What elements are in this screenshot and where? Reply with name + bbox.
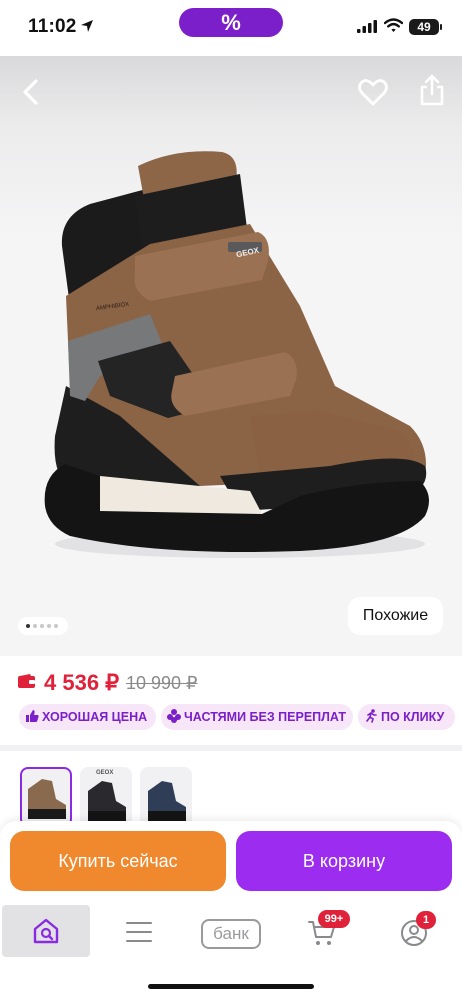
thumbnail-image: [88, 781, 126, 821]
add-to-cart-button[interactable]: В корзину: [236, 831, 452, 891]
gallery-pagination[interactable]: [18, 617, 68, 635]
pagination-dot[interactable]: [26, 624, 30, 628]
back-chevron-icon[interactable]: [20, 78, 42, 106]
pagination-dot[interactable]: [47, 624, 51, 628]
color-thumbnail-black[interactable]: GEOX: [80, 767, 132, 827]
buy-now-button[interactable]: Купить сейчас: [10, 831, 226, 891]
old-price: 10 990 ₽: [126, 673, 198, 693]
home-search-icon: [33, 918, 59, 944]
heart-icon[interactable]: [358, 78, 388, 106]
pagination-dot[interactable]: [33, 624, 37, 628]
similar-button[interactable]: Похожие: [348, 597, 443, 635]
product-gallery[interactable]: GEOX AMPHIBIOX: [0, 56, 462, 656]
badge-good-price[interactable]: ХОРОШАЯ ЦЕНА: [19, 704, 156, 730]
badge-label: ЧАСТЯМИ БЕЗ ПЕРЕПЛАТ: [184, 710, 346, 724]
tab-bank[interactable]: банк: [188, 905, 274, 957]
badge-label: ХОРОШАЯ ЦЕНА: [42, 710, 148, 724]
location-arrow-icon: [81, 20, 93, 32]
thumbnail-image: [28, 779, 66, 819]
profile-notification-badge: 1: [416, 911, 436, 929]
color-thumbnail-brown[interactable]: [20, 767, 72, 827]
tab-cart[interactable]: 99+: [280, 905, 366, 957]
cart-count-badge: 99+: [318, 910, 350, 928]
wifi-icon: [384, 18, 403, 32]
bank-label: банк: [213, 924, 249, 943]
status-time: 11:02: [28, 16, 77, 37]
current-price: 4 536 ₽: [44, 670, 120, 695]
badge-label: ПО КЛИКУ: [381, 710, 445, 724]
product-image[interactable]: [0, 56, 462, 656]
thumbs-up-icon: [26, 710, 39, 722]
thumbnail-image: [148, 781, 186, 821]
share-icon[interactable]: [419, 74, 445, 106]
battery-tip: [440, 24, 442, 30]
tab-home[interactable]: [2, 905, 90, 957]
section-divider: [0, 745, 462, 751]
home-indicator: [148, 984, 314, 989]
bank-pill: банк: [201, 919, 261, 949]
running-person-icon: [366, 709, 377, 723]
cellular-signal-icon: [357, 20, 377, 33]
battery-indicator: 49: [409, 19, 439, 35]
wallet-icon: [18, 674, 35, 688]
thumbnail-brand-mark: GEOX: [96, 770, 114, 776]
pagination-dot[interactable]: [54, 624, 58, 628]
color-thumbnail-navy[interactable]: [140, 767, 192, 827]
pagination-dot[interactable]: [40, 624, 44, 628]
pieces-icon: [167, 709, 181, 723]
promo-button[interactable]: %: [179, 8, 283, 37]
tab-profile[interactable]: 1: [372, 905, 460, 957]
badge-installments[interactable]: ЧАСТЯМИ БЕЗ ПЕРЕПЛАТ: [161, 704, 353, 730]
menu-icon: [126, 922, 152, 942]
badge-one-click[interactable]: ПО КЛИКУ: [358, 704, 455, 730]
tab-catalog[interactable]: [96, 905, 182, 957]
status-bar: 11:02 % 49: [0, 0, 462, 56]
